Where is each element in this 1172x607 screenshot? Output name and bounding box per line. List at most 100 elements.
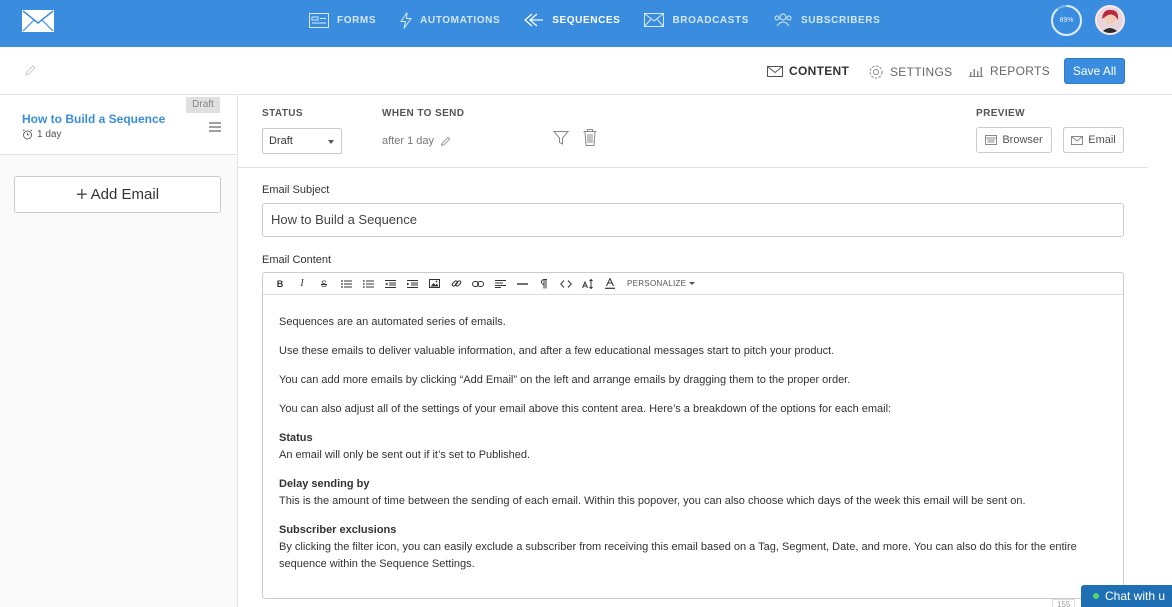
nav-label: FORMS [337,14,377,26]
tab-label: REPORTS [990,64,1050,78]
chevron-down-icon [328,140,334,144]
italic-label: I [300,278,304,289]
font-size-icon [582,278,593,289]
body-paragraph: You can also adjust all of the settings … [279,403,892,415]
caret-down-icon [689,282,696,285]
avatar[interactable] [1095,5,1125,35]
rich-text-editor[interactable]: B I S PERSONALIZE Sequences are an autom… [262,272,1124,599]
trash-icon[interactable] [583,129,597,146]
edit-pencil-icon [440,136,451,146]
users-icon [774,13,792,27]
online-status-dot [1093,593,1099,599]
sequence-sidebar: Draft How to Build a Sequence 1 day + Ad… [0,95,238,607]
nav-sequences[interactable]: SEQUENCES [524,13,620,27]
tab-settings[interactable]: SETTINGS [868,64,952,80]
horizontal-rule-button[interactable] [511,274,533,294]
character-counter: 155 [1052,599,1076,607]
preview-email-label: Email [1088,134,1116,146]
strikethrough-button[interactable]: S [313,274,335,294]
bullet-list-icon [340,279,352,288]
numbered-list-button[interactable] [357,274,379,294]
body-section: Delay sending by This is the amount of ti… [279,476,1109,510]
envelope-logo-icon[interactable] [22,10,54,32]
preview-browser-label: Browser [1002,134,1043,146]
bullet-list-button[interactable] [335,274,357,294]
envelope-icon [1071,135,1084,145]
nav-label: BROADCASTS [672,14,749,26]
nav-label: AUTOMATIONS [420,14,501,26]
sequence-email-title[interactable]: How to Build a Sequence [22,112,165,126]
formatting-toolbar: B I S PERSONALIZE [263,273,1123,295]
email-subject-input[interactable]: How to Build a Sequence [262,203,1124,237]
add-email-button[interactable]: + Add Email [14,176,221,213]
horizontal-rule-icon [516,282,528,285]
status-select[interactable]: Draft [262,128,342,154]
insert-image-button[interactable] [423,274,445,294]
chat-label: Chat with u [1105,589,1166,603]
save-all-button[interactable]: Save All [1064,58,1125,84]
font-size-button[interactable] [577,274,599,294]
nav-automations[interactable]: AUTOMATIONS [400,11,501,29]
envelope-icon [644,13,665,27]
status-label: STATUS [262,108,303,119]
when-to-send-label: WHEN TO SEND [382,108,465,119]
status-badge: Draft [186,97,220,113]
chat-widget-button[interactable]: Chat with u [1081,585,1172,607]
alarm-clock-icon [22,129,33,140]
code-icon [560,279,572,288]
nav-label: SUBSCRIBERS [801,14,881,26]
preview-browser-button[interactable]: Browser [976,127,1052,153]
code-view-button[interactable] [555,274,577,294]
outdent-button[interactable] [379,274,401,294]
body-paragraph: Sequences are an automated series of ema… [279,316,506,328]
add-email-label: Add Email [90,186,160,203]
link-icon [451,280,461,287]
body-paragraph: You can add more emails by clicking “Add… [279,374,851,386]
insert-link-button[interactable] [445,274,467,294]
edit-pencil-icon[interactable] [24,65,36,77]
email-subject-label: Email Subject [262,184,330,196]
tab-label: SETTINGS [890,65,953,79]
section-heading: Status [279,432,313,444]
preview-label: PREVIEW [976,108,1025,119]
paragraph-button[interactable] [533,274,555,294]
section-text: An email will only be sent out if it’s s… [279,449,531,461]
main-nav: FORMS AUTOMATIONS SEQUENCES BROADCASTS S… [309,0,904,40]
pilcrow-icon [541,278,547,288]
sequence-icon [524,13,544,27]
nav-forms[interactable]: FORMS [309,12,377,28]
image-icon [428,279,440,288]
nav-label: SEQUENCES [552,14,621,26]
delay-text: 1 day [37,129,62,140]
bold-button[interactable]: B [269,274,291,294]
plus-icon: + [75,183,88,206]
nav-broadcasts[interactable]: BROADCASTS [644,13,749,27]
italic-button[interactable]: I [291,274,313,294]
indent-button[interactable] [401,274,423,294]
form-icon [309,12,329,28]
section-text: By clicking the filter icon, you can eas… [279,541,1077,570]
email-body[interactable]: Sequences are an automated series of ema… [279,314,1109,585]
when-to-send-value[interactable]: after 1 day [382,135,451,147]
body-section: Status An email will only be sent out if … [279,430,1109,464]
editor-toolbar-bar: CONTENT SETTINGS REPORTS Save All [0,47,1172,95]
browser-icon [985,135,998,145]
tab-reports[interactable]: REPORTS [968,64,1050,78]
sequence-email-delay: 1 day [22,129,61,140]
bold-label: B [276,278,284,289]
sequence-email-card[interactable]: Draft How to Build a Sequence 1 day [0,95,237,155]
nav-subscribers[interactable]: SUBSCRIBERS [773,13,880,27]
text-color-button[interactable] [599,274,621,294]
personalize-dropdown[interactable]: PERSONALIZE [627,279,696,288]
unlink-button[interactable] [467,274,489,294]
align-button[interactable] [489,274,511,294]
envelope-icon [767,65,783,77]
preview-email-button[interactable]: Email [1063,127,1124,153]
drag-handle-icon[interactable] [209,122,221,132]
email-content-label: Email Content [262,254,332,266]
tab-content[interactable]: CONTENT [767,64,849,78]
filter-icon[interactable] [553,130,569,146]
email-editor: Email Subject How to Build a Sequence Em… [238,169,1148,607]
lightning-icon [400,11,413,29]
avatar-image-icon [1097,7,1123,33]
